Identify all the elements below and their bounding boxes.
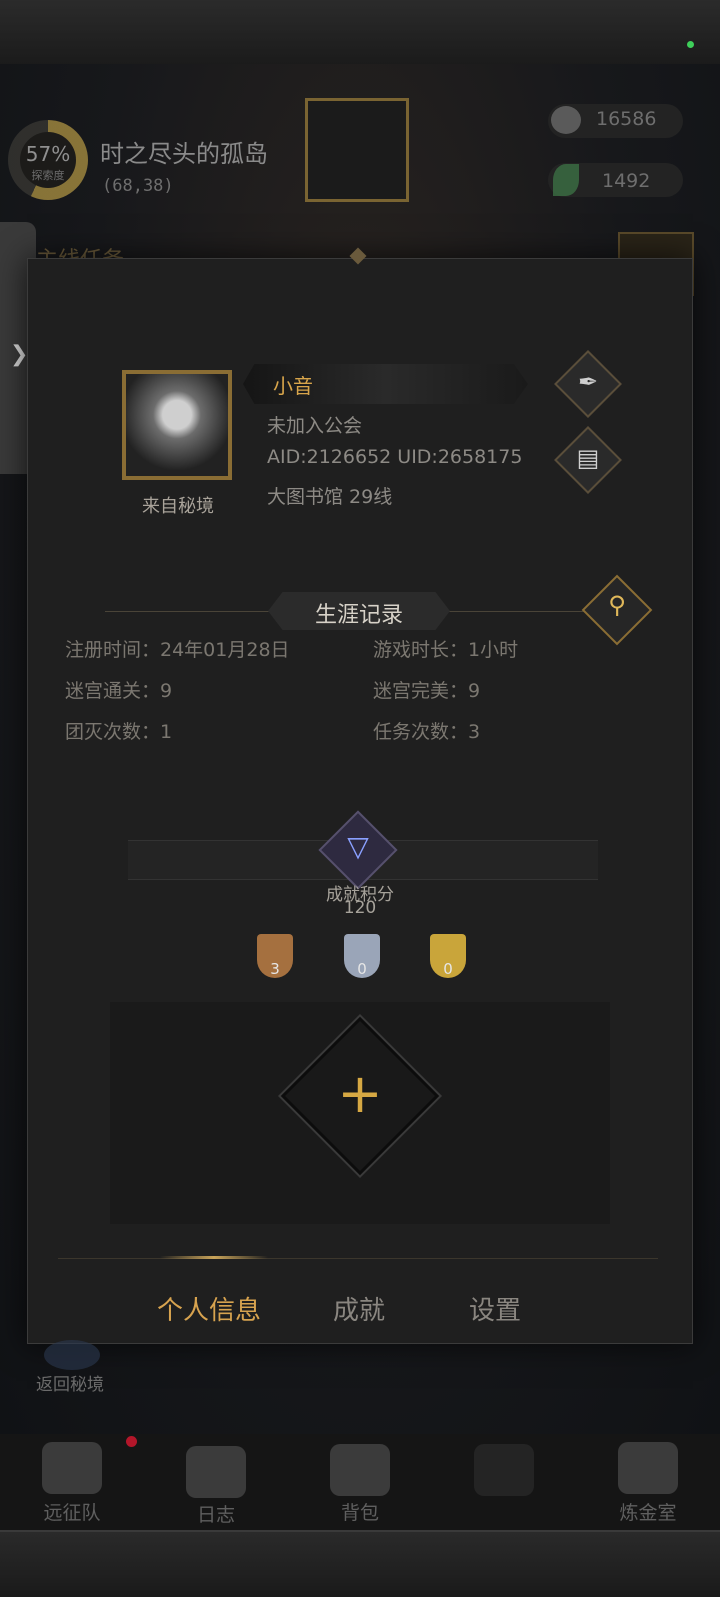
locked-icon bbox=[474, 1444, 534, 1496]
helmet-icon bbox=[42, 1442, 102, 1494]
tab-achievement[interactable]: 成就 bbox=[333, 1290, 385, 1327]
tab-divider bbox=[58, 1258, 658, 1259]
explore-label: 探索度 bbox=[31, 169, 65, 182]
player-name: 小音 bbox=[273, 374, 313, 398]
stat-team-wipe: 团灭次数：1 bbox=[65, 721, 173, 743]
chevron-right-icon[interactable]: ❯ bbox=[10, 342, 28, 367]
hero-portrait[interactable] bbox=[305, 98, 409, 202]
top-frame bbox=[0, 0, 720, 66]
tab-profile[interactable]: 个人信息 bbox=[157, 1290, 261, 1327]
bag-icon bbox=[330, 1444, 390, 1496]
document-icon[interactable]: ▤ bbox=[564, 444, 612, 472]
nav-journal[interactable]: 日志 bbox=[144, 1434, 288, 1530]
nav-alchemy[interactable]: 炼金室 bbox=[576, 1434, 720, 1530]
leaf-amount: 1492 bbox=[602, 170, 651, 192]
scroll-icon bbox=[186, 1446, 246, 1498]
gold-medal-count: 0 bbox=[443, 960, 453, 978]
tab-active-indicator bbox=[160, 1256, 268, 1259]
nav-locked[interactable] bbox=[432, 1434, 576, 1530]
magnifier-icon[interactable]: ⚲ bbox=[592, 591, 642, 619]
stone-icon bbox=[551, 106, 581, 134]
portal-icon[interactable] bbox=[44, 1340, 100, 1370]
career-title: 生涯记录 bbox=[314, 603, 403, 628]
nav-journal-label: 日志 bbox=[196, 1504, 235, 1526]
avatar-caption: 来自秘境 bbox=[142, 496, 214, 517]
plus-icon[interactable]: + bbox=[304, 1064, 416, 1124]
status-dot bbox=[687, 41, 694, 48]
return-secret-realm-label[interactable]: 返回秘境 bbox=[36, 1370, 104, 1395]
server-line: 大图书馆 29线 bbox=[267, 486, 393, 508]
nav-expedition[interactable]: 远征队 bbox=[0, 1434, 144, 1530]
notification-badge bbox=[126, 1436, 137, 1447]
player-ids: AID:2126652 UID:2658175 bbox=[267, 446, 523, 468]
player-avatar[interactable] bbox=[122, 370, 232, 480]
nav-alchemy-label: 炼金室 bbox=[619, 1502, 677, 1524]
map-coordinates: (68,38) bbox=[102, 176, 174, 196]
bottom-frame bbox=[0, 1530, 720, 1597]
leaf-icon bbox=[553, 164, 579, 196]
explore-percent: 57% bbox=[25, 142, 71, 166]
stat-maze-perfect: 迷宫完美：9 bbox=[373, 680, 481, 702]
map-title: 时之尽头的孤岛 bbox=[100, 140, 268, 168]
stat-quest-count: 任务次数：3 bbox=[373, 721, 481, 743]
stat-play-time: 游戏时长：1小时 bbox=[373, 639, 519, 661]
triangle-emblem-icon: ▽ bbox=[347, 830, 369, 863]
tab-settings[interactable]: 设置 bbox=[469, 1290, 521, 1327]
stat-register-time: 注册时间：24年01月28日 bbox=[65, 639, 290, 661]
feather-icon[interactable]: ✒ bbox=[564, 368, 612, 396]
bronze-medal-count: 3 bbox=[270, 960, 280, 978]
stone-amount: 16586 bbox=[596, 108, 657, 130]
nav-bag[interactable]: 背包 bbox=[288, 1434, 432, 1530]
alchemy-icon bbox=[618, 1442, 678, 1494]
stat-maze-clear: 迷宫通关：9 bbox=[65, 680, 173, 702]
nav-expedition-label: 远征队 bbox=[43, 1502, 101, 1524]
silver-medal-count: 0 bbox=[357, 960, 367, 978]
achievement-score-value: 120 bbox=[343, 898, 377, 918]
guild-status: 未加入公会 bbox=[267, 415, 363, 437]
nav-bag-label: 背包 bbox=[340, 1502, 379, 1524]
